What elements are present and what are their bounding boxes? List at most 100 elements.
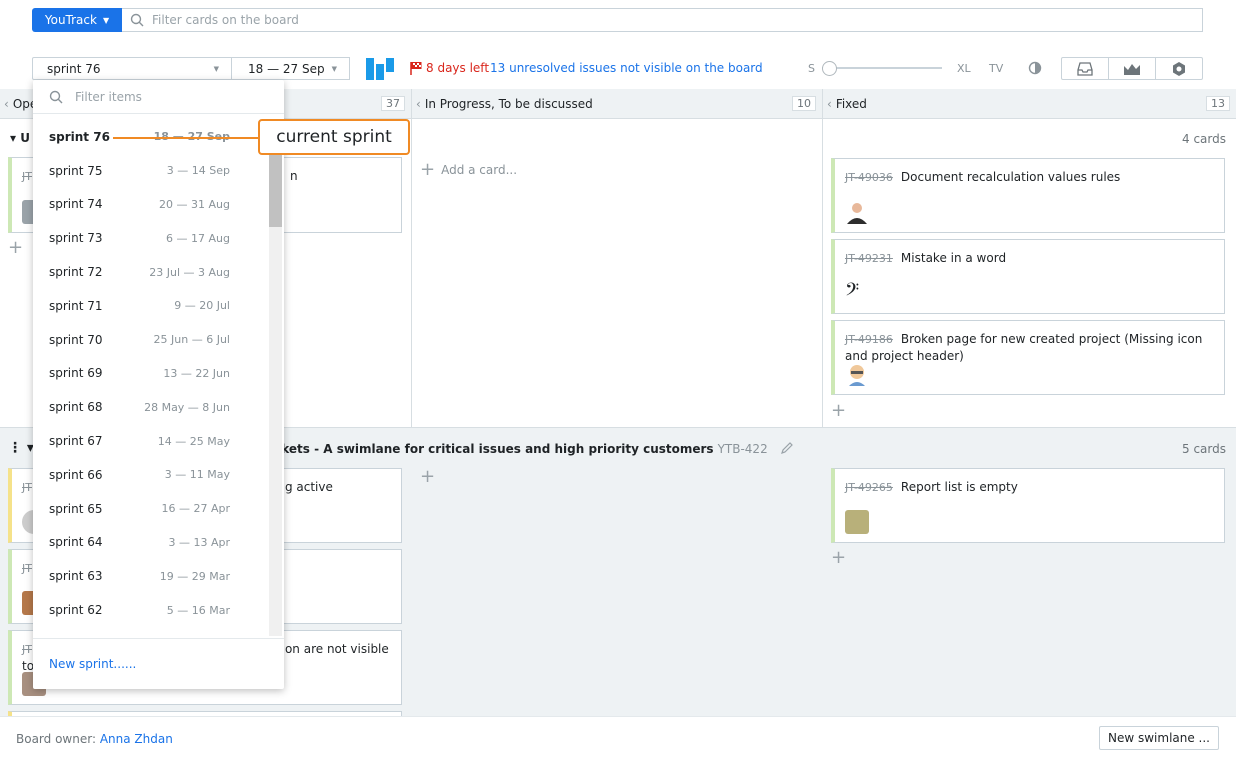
- new-sprint-link[interactable]: New sprint......: [49, 657, 136, 671]
- backlog-button[interactable]: [1062, 58, 1109, 79]
- sprint-option[interactable]: sprint 72 23 Jul — 3 Aug: [33, 255, 269, 289]
- sprint-option[interactable]: sprint 63 19 — 29 Mar: [33, 559, 269, 593]
- avatar: [845, 510, 869, 534]
- sprint-list: sprint 7618 — 27 Sep sprint 753 — 14 Sep…: [33, 120, 269, 627]
- issue-summary: n: [289, 169, 298, 183]
- issue-summary: Broken page for new created project (Mis…: [845, 332, 1203, 363]
- new-swimlane-button[interactable]: New swimlane ...: [1099, 726, 1219, 750]
- sprint-option[interactable]: sprint 69 13 — 22 Jun: [33, 357, 269, 391]
- gear-icon: [1173, 61, 1185, 76]
- search-icon: [130, 13, 144, 27]
- board-owner: Board owner: Anna Zhdan: [16, 732, 173, 746]
- column-header-fixed[interactable]: ‹ Fixed 13: [823, 89, 1236, 119]
- unresolved-issues-link[interactable]: 13 unresolved issues not visible on the …: [490, 61, 763, 75]
- pencil-icon[interactable]: [780, 441, 794, 455]
- size-s-label: S: [808, 62, 815, 75]
- sprint-option[interactable]: sprint 70 25 Jun — 6 Jul: [33, 323, 269, 357]
- sprint-option[interactable]: sprint 64 3 — 13 Apr: [33, 526, 269, 560]
- swimlane-card-count: 5 cards: [1182, 442, 1226, 456]
- sprint-option[interactable]: sprint 62 5 — 16 Mar: [33, 593, 269, 627]
- sprint-filter-input[interactable]: [75, 89, 225, 104]
- drag-handle-icon[interactable]: ⋮ ▾: [8, 440, 34, 456]
- issue-card[interactable]: JT-49265 Report list is empty: [831, 468, 1225, 543]
- search-input[interactable]: [152, 13, 1202, 27]
- sprint-option[interactable]: sprint 65 16 — 27 Apr: [33, 492, 269, 526]
- swimlane-title[interactable]: ickets - A swimlane for critical issues …: [270, 441, 794, 456]
- chart-icon: [1124, 63, 1140, 75]
- swimlane-issue-id[interactable]: YTB-422: [718, 442, 768, 456]
- size-tv-label[interactable]: TV: [989, 62, 1003, 75]
- issue-id[interactable]: JT: [22, 170, 32, 183]
- chevron-down-icon: ▼: [213, 64, 219, 73]
- days-left-text: 8 days left: [426, 61, 490, 75]
- avatar: [847, 203, 867, 224]
- issue-id[interactable]: JT: [22, 481, 32, 494]
- sprint-dates-value: 18 — 27 Sep: [248, 61, 325, 76]
- sprint-option[interactable]: sprint 67 14 — 25 May: [33, 424, 269, 458]
- issue-id[interactable]: JT-49186: [845, 333, 893, 346]
- issue-summary: g active: [284, 480, 333, 494]
- chevron-left-icon[interactable]: ‹: [4, 97, 9, 111]
- chevron-down-icon: ▼: [331, 64, 337, 73]
- issue-id[interactable]: JT: [22, 562, 32, 575]
- card-size-slider-handle[interactable]: [822, 61, 837, 76]
- issue-card[interactable]: JT-49231 Mistake in a word 𝄢: [831, 239, 1225, 314]
- sprint-dates-select[interactable]: 18 — 27 Sep ▼: [231, 57, 350, 80]
- add-card-icon[interactable]: +: [420, 468, 435, 486]
- sprint-option[interactable]: sprint 74 20 — 31 Aug: [33, 188, 269, 222]
- issue-summary: Mistake in a word: [900, 251, 1007, 265]
- settings-button[interactable]: [1156, 58, 1202, 79]
- sprint-option[interactable]: sprint 75 3 — 14 Sep: [33, 154, 269, 188]
- board-owner-link[interactable]: Anna Zhdan: [100, 732, 173, 746]
- column-count: 10: [792, 96, 816, 111]
- sprint-option[interactable]: sprint 66 3 — 11 May: [33, 458, 269, 492]
- issue-id[interactable]: JT-49231: [845, 252, 893, 265]
- board-footer: Board owner: Anna Zhdan New swimlane ...: [0, 716, 1236, 772]
- chevron-left-icon[interactable]: ‹: [827, 97, 832, 111]
- bass-clef-icon: 𝄢: [845, 280, 860, 305]
- inbox-icon: [1077, 61, 1093, 76]
- sprint-dropdown: sprint 7618 — 27 Sep sprint 753 — 14 Sep…: [33, 80, 284, 689]
- sprint-option[interactable]: sprint 68 28 May — 8 Jun: [33, 390, 269, 424]
- divider: [33, 638, 284, 639]
- column-count: 37: [381, 96, 405, 111]
- column-title: Fixed: [835, 96, 867, 111]
- card-size-slider-track[interactable]: [822, 67, 942, 69]
- issue-id[interactable]: JT-49036: [845, 171, 893, 184]
- search-icon: [49, 90, 63, 103]
- reports-button[interactable]: [1109, 58, 1156, 79]
- swimlane-card-count: 4 cards: [1182, 132, 1226, 146]
- column-title: In Progress, To be discussed: [424, 96, 593, 111]
- board-actions: [1061, 57, 1203, 80]
- callout-connector: [113, 137, 259, 139]
- chevron-down-icon: ▼: [102, 15, 110, 25]
- add-card-icon[interactable]: +: [831, 402, 846, 420]
- current-sprint-callout: current sprint: [258, 119, 410, 155]
- add-card-icon[interactable]: +: [8, 239, 23, 257]
- issue-card[interactable]: JT-49186 Broken page for new created proj…: [831, 320, 1225, 395]
- column-count: 13: [1206, 96, 1230, 111]
- board-owner-label: Board owner:: [16, 732, 96, 746]
- add-card-button[interactable]: + Add a card...: [420, 161, 517, 179]
- issue-card[interactable]: JT-49036 Document recalculation values ru…: [831, 158, 1225, 233]
- dropdown-scroll-thumb[interactable]: [269, 155, 282, 227]
- column-header-in-progress[interactable]: ‹ In Progress, To be discussed 10: [412, 89, 822, 119]
- burndown-chart-icon[interactable]: [366, 58, 394, 80]
- sprint-select[interactable]: sprint 76 ▼: [32, 57, 232, 80]
- sprint-filter: [33, 80, 284, 114]
- contrast-icon[interactable]: [1028, 61, 1042, 75]
- issue-id[interactable]: JT-49265: [845, 481, 893, 494]
- swimlane-title[interactable]: ▾ U: [10, 131, 30, 145]
- add-card-icon[interactable]: +: [831, 549, 846, 567]
- sprint-option[interactable]: sprint 73 6 — 17 Aug: [33, 221, 269, 255]
- chevron-left-icon[interactable]: ‹: [416, 97, 421, 111]
- sprint-select-value: sprint 76: [47, 61, 101, 76]
- top-bar: YouTrack ▼: [32, 8, 1203, 32]
- youtrack-label: YouTrack: [44, 13, 97, 27]
- flag-icon: [410, 62, 422, 75]
- sprint-option[interactable]: sprint 71 9 — 20 Jul: [33, 289, 269, 323]
- issue-id[interactable]: JT: [22, 643, 32, 656]
- add-card-label: Add a card...: [441, 163, 518, 177]
- board-search: [122, 8, 1203, 32]
- youtrack-menu-button[interactable]: YouTrack ▼: [32, 8, 122, 32]
